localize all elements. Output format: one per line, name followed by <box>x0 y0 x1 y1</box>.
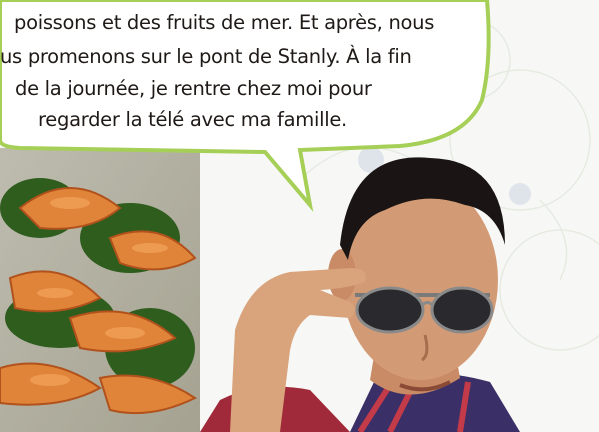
bubble-line-2: us promenons sur le pont de Stanly. À la… <box>0 45 412 68</box>
bubble-line-3: de la journée, je rentre chez moi pour <box>15 77 372 100</box>
bubble-line-4: regarder la télé avec ma famille. <box>38 108 347 131</box>
bubble-line-1: poissons et des fruits de mer. Et après,… <box>14 11 435 34</box>
